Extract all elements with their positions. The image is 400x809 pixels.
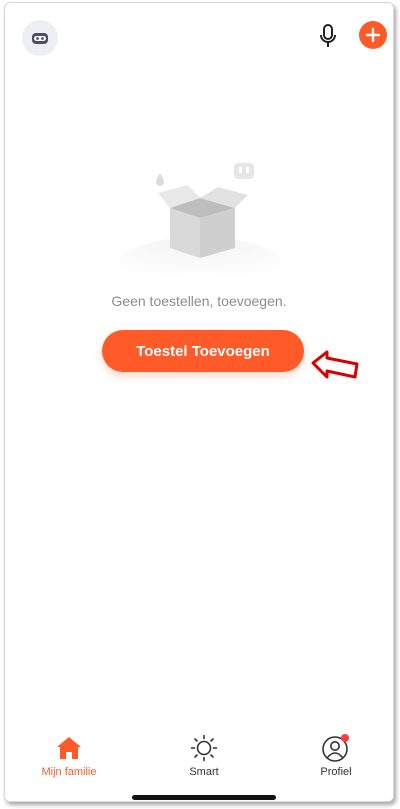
notification-badge [341, 734, 349, 742]
tab-label: Smart [189, 766, 219, 778]
sun-icon [189, 733, 219, 763]
tab-mijn-familie[interactable]: Mijn familie [24, 733, 114, 778]
annotation-arrow-icon [311, 350, 359, 379]
top-bar [5, 3, 393, 69]
add-device-button[interactable] [359, 21, 387, 49]
tab-smart[interactable]: Smart [159, 733, 249, 778]
profile-icon [321, 733, 351, 763]
tab-label: Mijn familie [41, 766, 97, 778]
robot-avatar-icon[interactable] [22, 20, 58, 56]
microphone-icon[interactable] [314, 22, 342, 50]
home-indicator[interactable] [132, 795, 276, 800]
bottom-navigation: Mijn familie Smart Profiel [5, 721, 393, 801]
app-screen: Geen toestellen, toevoegen. Toestel Toev… [4, 2, 394, 802]
plus-icon [365, 27, 381, 43]
empty-state-message: Geen toestellen, toevoegen. [111, 293, 287, 309]
add-device-cta-button[interactable]: Toestel Toevoegen [102, 330, 304, 372]
tab-profiel[interactable]: Profiel [291, 733, 381, 778]
home-icon [54, 733, 84, 763]
empty-box-icon [110, 153, 290, 293]
tab-label: Profiel [320, 766, 352, 778]
